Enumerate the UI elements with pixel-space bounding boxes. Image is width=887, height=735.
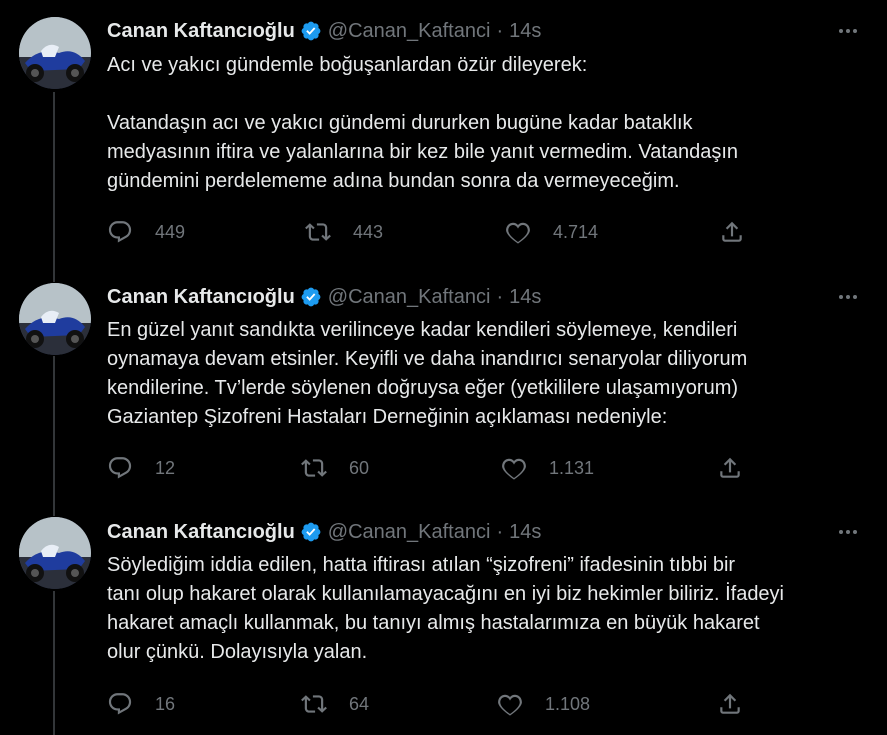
retweet-icon bbox=[301, 695, 327, 713]
share-button[interactable] bbox=[717, 690, 765, 718]
author-handle[interactable]: @Canan_Kaftanci bbox=[328, 521, 491, 544]
reply-icon bbox=[108, 693, 132, 715]
avatar[interactable] bbox=[19, 517, 91, 589]
author-name[interactable]: Canan Kaftancıoğlu bbox=[107, 521, 295, 544]
separator: · bbox=[496, 520, 504, 543]
motorcycle-photo bbox=[19, 517, 91, 589]
like-button[interactable]: 1.108 bbox=[497, 690, 590, 718]
tweet-header: Canan Kaftancıoğlu @Canan_Kaftanci · 14s bbox=[107, 518, 541, 546]
verified-badge-icon bbox=[301, 522, 321, 542]
retweet-button[interactable]: 64 bbox=[301, 690, 369, 718]
more-icon[interactable] bbox=[835, 519, 861, 545]
tweet-actions: 16 64 1.108 bbox=[107, 690, 747, 718]
tweet[interactable]: Canan Kaftancıoğlu @Canan_Kaftanci · 14s… bbox=[0, 0, 887, 735]
tweet-text: Söylediğim iddia edilen, hatta iftirası … bbox=[107, 554, 785, 663]
retweet-count: 64 bbox=[349, 693, 370, 714]
share-icon bbox=[720, 693, 740, 714]
reply-button[interactable]: 16 bbox=[107, 690, 175, 718]
timestamp[interactable]: 14s bbox=[509, 521, 541, 544]
like-count: 1.108 bbox=[545, 693, 591, 714]
reply-count: 16 bbox=[155, 693, 176, 714]
like-icon bbox=[498, 694, 522, 716]
thread-timeline: Canan Kaftancıoğlu @Canan_Kaftanci · 14s… bbox=[0, 0, 887, 735]
